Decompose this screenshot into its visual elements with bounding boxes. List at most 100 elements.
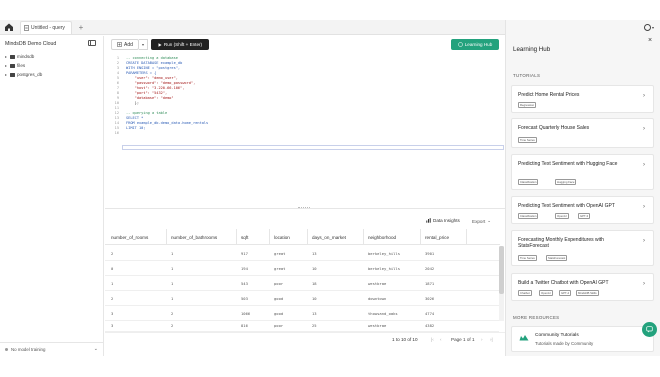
query-file-icon (24, 25, 29, 31)
panel-title: Learning Hub (513, 46, 551, 53)
user-menu[interactable]: ▾ (644, 22, 658, 32)
table-row[interactable] (105, 261, 499, 276)
tab-label: Untitled - query (31, 25, 65, 31)
learning-hub-button[interactable]: Learning Hub (451, 39, 499, 50)
column-header[interactable]: neighborhood (368, 235, 396, 240)
active-line-highlight (122, 145, 504, 150)
scrollbar-thumb[interactable] (499, 246, 504, 294)
table-cell: 1 (171, 281, 174, 286)
table-row[interactable] (105, 306, 499, 321)
code-line: -- connecting a database (126, 56, 178, 60)
table-cell: 1 (171, 296, 174, 301)
tutorial-card[interactable]: Predicting Text Sentiment with OpenAI GP… (511, 196, 654, 224)
table-cell: 816 (241, 323, 248, 328)
chevron-right-icon: › (643, 238, 645, 244)
tutorial-tag: Hugging Face (555, 179, 577, 185)
tutorial-card[interactable]: Build a Twitter Chatbot with OpenAI GPT … (511, 273, 654, 301)
chat-button[interactable] (642, 322, 657, 337)
column-header[interactable]: location (274, 235, 290, 240)
chevron-right-icon: › (643, 93, 645, 99)
tutorial-title: Predict Home Rental Prices (518, 92, 580, 98)
add-tab-button[interactable]: + (76, 23, 86, 33)
close-icon[interactable]: × (648, 37, 652, 44)
home-icon[interactable] (4, 22, 16, 33)
tutorial-card[interactable]: Forecasting Monthly Expenditures with St… (511, 230, 654, 266)
column-divider[interactable] (236, 229, 237, 245)
model-training-status[interactable]: No model training ⌄ (0, 342, 104, 356)
last-page-icon[interactable]: ›| (490, 337, 493, 342)
tutorial-tag: Regression (518, 102, 537, 108)
status-dot-icon (5, 348, 8, 351)
line-number: 1 (116, 56, 119, 60)
next-page-icon[interactable]: › (481, 337, 483, 342)
column-divider[interactable] (307, 229, 308, 245)
add-button-label: Add (124, 41, 133, 48)
line-number: 16 (114, 131, 119, 135)
help-circle-icon (457, 42, 463, 47)
table-cell: berkeley_hills (368, 251, 401, 256)
column-header[interactable]: days_on_market (312, 235, 346, 240)
pagination-bar (105, 332, 505, 344)
run-button-label: Run (Shift + Enter) (163, 42, 203, 47)
column-divider[interactable] (420, 229, 421, 245)
table-cell: 2 (171, 323, 174, 328)
table-cell: 3 (111, 311, 114, 316)
tutorial-tag: Chatbot (518, 290, 532, 296)
table-cell: 3 (111, 323, 114, 328)
code-line: LIMIT 10; (126, 126, 146, 130)
tutorial-title: Forecast Quarterly House Sales (518, 125, 590, 131)
table-cell: 1066 (241, 311, 251, 316)
tutorial-tag: OpenAI (555, 213, 569, 219)
chevron-down-icon: ▾ (141, 42, 144, 47)
column-header[interactable]: sqft (241, 235, 248, 240)
pagination-page: Page 1 of 1 (451, 337, 475, 342)
tab-query[interactable]: Untitled - query (20, 21, 72, 34)
chevron-right-icon: › (643, 126, 645, 132)
column-divider[interactable] (363, 229, 364, 245)
column-divider[interactable] (466, 229, 467, 245)
table-cell: 18 (312, 281, 317, 286)
export-dropdown[interactable]: Export ⌄ (472, 218, 491, 224)
tutorial-card[interactable]: Forecast Quarterly House Sales › Time Se… (511, 118, 654, 148)
previous-page-icon[interactable]: ‹ (440, 337, 442, 342)
column-header[interactable]: rental_price (425, 235, 449, 240)
table-cell: good (274, 296, 284, 301)
tutorial-tag: Time Series (518, 137, 537, 143)
community-subtitle: Tutorials made by Community (535, 341, 594, 346)
sidebar-item-postgres-db[interactable]: ▸ postgres_db (5, 72, 42, 77)
first-page-icon[interactable]: |‹ (431, 337, 434, 342)
tutorial-card[interactable]: Predicting Text Sentiment with Hugging F… (511, 154, 654, 190)
sidebar-item-files[interactable]: ▸ files (5, 63, 25, 68)
sidebar-item-mindsdb[interactable]: ▸ mindsdb (5, 54, 34, 59)
export-label: Export (472, 218, 486, 224)
table-cell: 4774 (425, 311, 435, 316)
table-row[interactable] (105, 321, 499, 332)
table-cell: 917 (241, 251, 248, 256)
sidebar-collapse-icon[interactable] (88, 40, 96, 46)
chevron-down-icon: ⌄ (487, 218, 492, 223)
code-line: "user": "demo_user", (126, 76, 178, 80)
add-button[interactable]: Add (111, 39, 139, 50)
folder-icon (10, 72, 15, 77)
line-number: 8 (116, 91, 119, 95)
data-insights-button[interactable]: Data Insights (426, 218, 460, 223)
add-options-dropdown[interactable]: ▾ (139, 39, 148, 50)
table-cell: 10 (312, 296, 317, 301)
table-cell: westbrae (368, 323, 387, 328)
column-header[interactable]: number_of_rooms (111, 235, 148, 240)
table-row[interactable] (105, 276, 499, 291)
tutorial-card[interactable]: Predict Home Rental Prices › Regression (511, 85, 654, 113)
community-tutorials-card[interactable] (511, 326, 654, 352)
tutorial-tag: Classification (518, 213, 539, 219)
column-divider[interactable] (166, 229, 167, 245)
table-row[interactable] (105, 246, 499, 261)
line-number: 3 (116, 66, 119, 70)
table-row[interactable] (105, 291, 499, 306)
table-cell: 3901 (425, 251, 435, 256)
chat-icon (646, 326, 653, 333)
more-resources-heading: MORE RESOURCES (513, 315, 560, 320)
column-divider[interactable] (269, 229, 270, 245)
resize-handle[interactable] (298, 207, 310, 209)
column-header[interactable]: number_of_bathrooms (171, 235, 217, 240)
run-button[interactable]: Run (Shift + Enter) (151, 39, 209, 50)
